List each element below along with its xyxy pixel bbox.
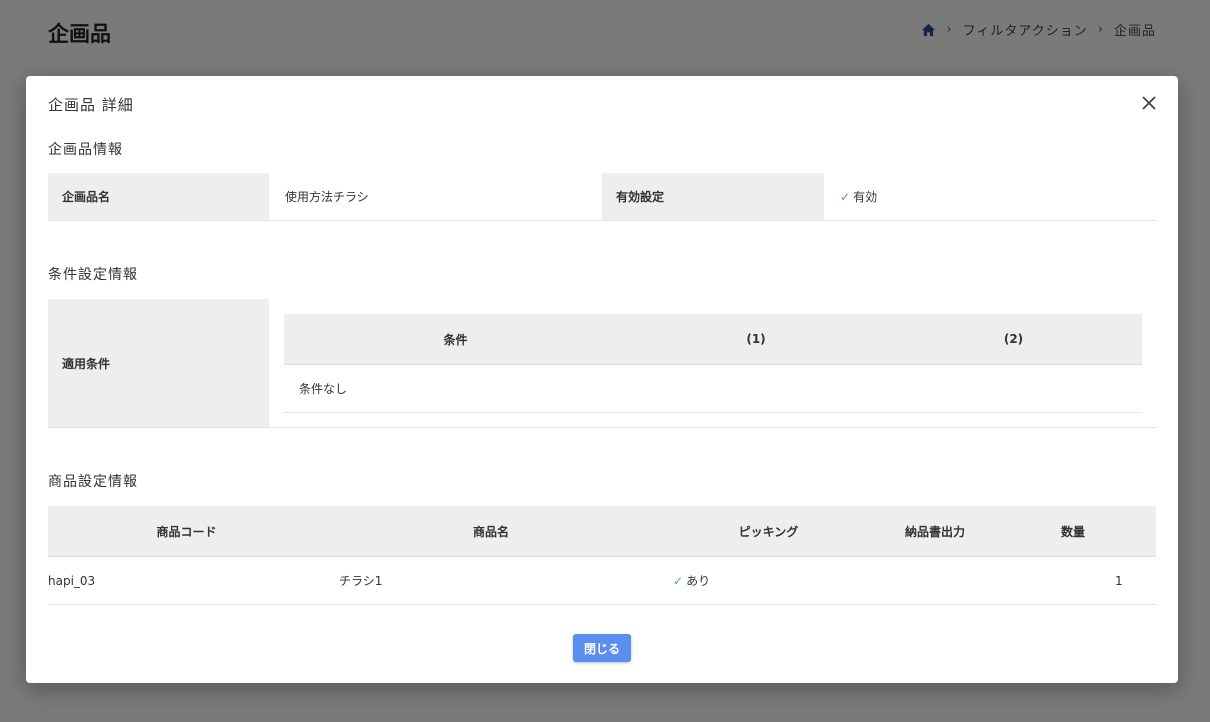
enabled-value-cell: ✓ 有効	[824, 173, 1156, 220]
info-row: 企画品名 使用方法チラシ 有効設定 ✓ 有効	[48, 173, 1156, 221]
condition-table-header: 条件 (1) (2)	[284, 314, 1142, 365]
header-quantity: 数量	[1060, 524, 1085, 539]
cell-product-code: hapi_03	[48, 573, 96, 588]
table-row: hapi_03 チラシ1 ✓ あり 1	[48, 557, 1156, 605]
product-table: 商品コード 商品名 ピッキング 納品書出力 数量 hapi_03 チラシ1 ✓ あ…	[48, 506, 1156, 605]
condition-header-2: (2)	[1003, 332, 1024, 346]
cell-quantity: 1	[1115, 573, 1123, 588]
section-title-condition: 条件設定情報	[48, 267, 138, 283]
picking-value: あり	[686, 574, 711, 588]
close-button[interactable]: 閉じる	[573, 634, 631, 662]
condition-table: 条件 (1) (2) 条件なし	[284, 314, 1142, 413]
cell-picking: ✓ あり	[657, 572, 880, 589]
detail-modal: 企画品 詳細 企画品情報 企画品名 使用方法チラシ 有効設定 ✓ 有効 条件設定…	[26, 76, 1178, 683]
enabled-label: 有効設定	[602, 173, 824, 220]
header-picking: ピッキング	[738, 524, 799, 539]
condition-label: 適用条件	[48, 299, 269, 427]
close-icon[interactable]	[1140, 94, 1158, 112]
name-value: 使用方法チラシ	[285, 190, 369, 204]
condition-cell: 条件なし	[299, 382, 348, 396]
condition-header-condition: 条件	[443, 332, 468, 347]
enabled-value: 有効	[853, 190, 878, 204]
header-product-name: 商品名	[472, 524, 509, 539]
modal-title: 企画品 詳細	[48, 96, 134, 114]
header-invoice-output: 納品書出力	[904, 524, 965, 539]
name-label: 企画品名	[48, 173, 269, 220]
header-product-code: 商品コード	[156, 524, 217, 539]
condition-row: 適用条件 条件 (1) (2) 条件なし	[48, 299, 1156, 428]
condition-header-1: (1)	[746, 332, 766, 346]
cell-product-name: チラシ1	[339, 574, 383, 588]
check-icon: ✓	[840, 189, 851, 204]
check-icon: ✓	[673, 574, 684, 588]
section-title-product: 商品設定情報	[48, 474, 138, 490]
section-title-info: 企画品情報	[48, 142, 123, 158]
table-row: 条件なし	[284, 365, 1142, 413]
product-table-header: 商品コード 商品名 ピッキング 納品書出力 数量	[48, 506, 1156, 557]
